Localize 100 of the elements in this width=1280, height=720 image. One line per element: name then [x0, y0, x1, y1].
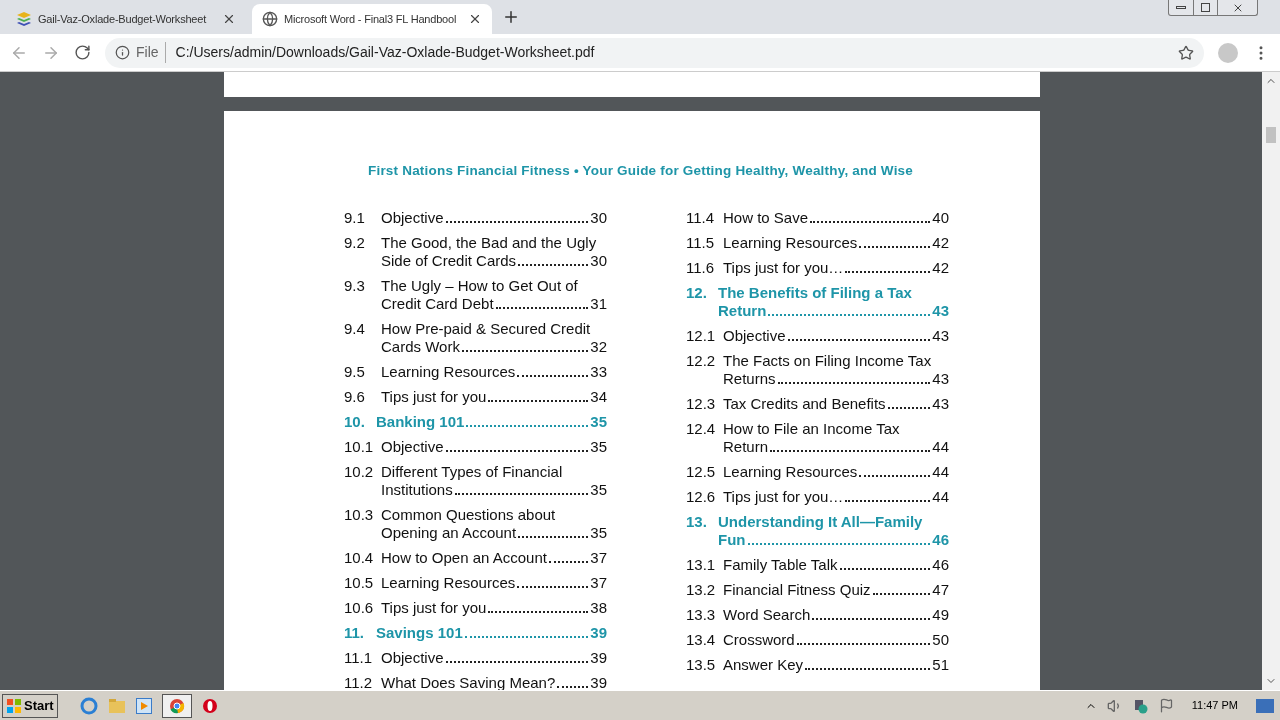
scrollbar-thumb[interactable]	[1266, 127, 1276, 143]
scheme-label: File	[136, 42, 166, 63]
entry-number: 13.1	[686, 556, 717, 575]
play-icon[interactable]	[135, 697, 152, 714]
page-number: 40	[932, 209, 949, 228]
page-number: 44	[932, 488, 949, 507]
entry-title: Family Table Talk	[723, 556, 838, 575]
globe-icon	[262, 11, 278, 27]
page-number: 47	[932, 581, 949, 600]
entry-title: Tips just for you	[381, 599, 487, 618]
entry-number: 9.5	[344, 363, 366, 382]
page-number: 46	[932, 556, 949, 575]
entry-title: Common Questions about	[381, 506, 557, 525]
new-tab-icon[interactable]	[502, 8, 520, 26]
entry-title: How Pre-paid & Secured Credit	[381, 320, 592, 339]
address-bar[interactable]: File C:/Users/admin/Downloads/Gail-Vaz-Oxlade-Budget-Worksheet.pdf	[105, 37, 1204, 68]
entry-number: 13.3	[686, 606, 717, 625]
page-number: 37	[590, 574, 607, 593]
page-number: 42	[932, 259, 949, 278]
entry-number: 12.4	[686, 420, 717, 440]
close-icon[interactable]	[468, 12, 482, 26]
entry-title: Tax Credits and Benefits	[723, 395, 886, 414]
entry-title: Objective	[381, 209, 444, 228]
entry-title: Objective	[381, 438, 444, 457]
entry-title: Credit Card Debt	[381, 295, 494, 314]
page-number: 35	[590, 524, 607, 543]
page-number: 43	[932, 302, 949, 321]
page-number: 39	[590, 674, 607, 690]
page-number: 44	[932, 463, 949, 482]
entry-number: 9.1	[344, 209, 366, 228]
network-icon[interactable]	[1132, 697, 1149, 714]
entry-number: 13.2	[686, 581, 717, 600]
entry-title: How to Open an Account	[381, 549, 547, 568]
entry-title: Learning Resources	[381, 574, 516, 593]
entry-title: Objective	[381, 649, 444, 668]
page-number: 34	[590, 388, 607, 407]
entry-number: 11.	[344, 624, 366, 643]
layers-icon	[16, 11, 32, 27]
opera-icon[interactable]	[201, 697, 218, 714]
entry-title: Side of Credit Cards	[381, 252, 517, 271]
entry-number: 11.5	[686, 234, 716, 253]
scrollbar[interactable]	[1262, 72, 1280, 690]
page-number: 30	[590, 209, 607, 228]
chrome-taskbar-button[interactable]	[161, 693, 192, 718]
entry-number: 11.2	[344, 674, 374, 690]
entry-number: 10.4	[344, 549, 375, 568]
page-number: 31	[590, 295, 607, 314]
entry-number: 12.2	[686, 352, 717, 372]
page-number: 42	[932, 234, 949, 253]
page-number: 49	[932, 606, 949, 625]
entry-title: Different Types of Financial	[381, 463, 564, 482]
entry-number: 12.5	[686, 463, 717, 482]
entry-title: Tips just for you…	[723, 488, 844, 507]
entry-title: Word Search	[723, 606, 811, 625]
entry-title: Opening an Account	[381, 524, 517, 543]
entry-number: 10.5	[344, 574, 375, 593]
entry-title: Cards Work	[381, 338, 460, 357]
entry-number: 11.4	[686, 209, 716, 228]
browser-icon[interactable]	[79, 696, 98, 715]
page-number: 35	[590, 438, 607, 457]
entry-title: Answer Key	[723, 656, 804, 675]
entry-title: Institutions	[381, 481, 453, 500]
flag-icon[interactable]	[1158, 698, 1174, 713]
entry-number: 9.3	[344, 277, 366, 297]
entry-title: How to Save	[723, 209, 809, 228]
entry-number: 10.1	[344, 438, 375, 457]
entry-number: 13.5	[686, 656, 717, 675]
reload-icon[interactable]	[74, 44, 91, 61]
entry-number: 10.	[344, 413, 366, 432]
entry-title: Savings 101	[376, 624, 463, 643]
entry-title: The Good, the Bad and the Ugly	[381, 234, 598, 253]
page-number: 30	[590, 252, 607, 271]
page-number: 35	[590, 481, 607, 500]
page-number: 39	[590, 649, 607, 668]
entry-number: 12.3	[686, 395, 717, 414]
entry-title: Learning Resources	[381, 363, 516, 382]
info-icon	[115, 45, 130, 60]
entry-number: 11.1	[344, 649, 374, 668]
entry-title: How to File an Income Tax	[723, 420, 901, 439]
page-number: 46	[932, 531, 949, 550]
entry-title: Return	[718, 302, 767, 321]
entry-number: 10.6	[344, 599, 375, 618]
page-number: 33	[590, 363, 607, 382]
running-header: First Nations Financial Fitness • Your Guide for Getting Healthy, Wealthy, and Wise	[368, 162, 915, 180]
entry-title: The Ugly – How to Get Out of	[381, 277, 579, 296]
entry-number: 12.1	[686, 327, 717, 346]
entry-title: Tips just for you	[381, 388, 487, 407]
page-number: 35	[590, 413, 607, 432]
entry-number: 10.3	[344, 506, 375, 526]
close-icon[interactable]	[222, 12, 236, 26]
bookmark-star-icon[interactable]	[1178, 44, 1194, 61]
show-desktop-button[interactable]	[1256, 698, 1274, 713]
browser-tab[interactable]: Microsoft Word - Final3 FL Handbool	[252, 4, 492, 34]
entry-number: 11.6	[686, 259, 716, 278]
entry-title: The Benefits of Filing a Tax	[718, 284, 913, 303]
page-number: 32	[590, 338, 607, 357]
clock: 11:47 PM	[1191, 698, 1238, 714]
entry-title: The Facts on Filing Income Tax	[723, 352, 933, 371]
start-button[interactable]: Start	[2, 693, 58, 718]
page-number: 43	[932, 395, 949, 414]
